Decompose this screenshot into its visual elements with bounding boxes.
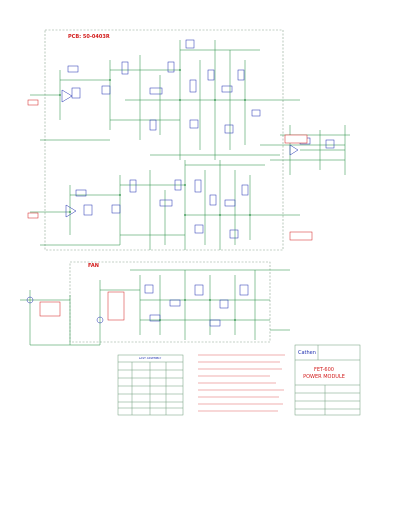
channel-a-wiring	[30, 40, 300, 160]
brand-logo: Cathen	[298, 350, 316, 356]
drawing-model: FET-600	[314, 367, 334, 373]
reference-tags	[27, 99, 313, 321]
drawing-title: POWER MODULE	[303, 374, 345, 380]
pcb-label: PCB: 50-0403R	[68, 34, 110, 40]
psu-wiring	[20, 269, 290, 346]
fan-label: FAN	[88, 263, 99, 269]
table-header: LAST ASSEMBLY	[138, 356, 162, 360]
notes-lines	[198, 354, 285, 412]
schematic-sheet	[20, 29, 361, 416]
output-network	[280, 125, 350, 175]
components	[26, 39, 335, 327]
assembly-table	[117, 354, 184, 416]
